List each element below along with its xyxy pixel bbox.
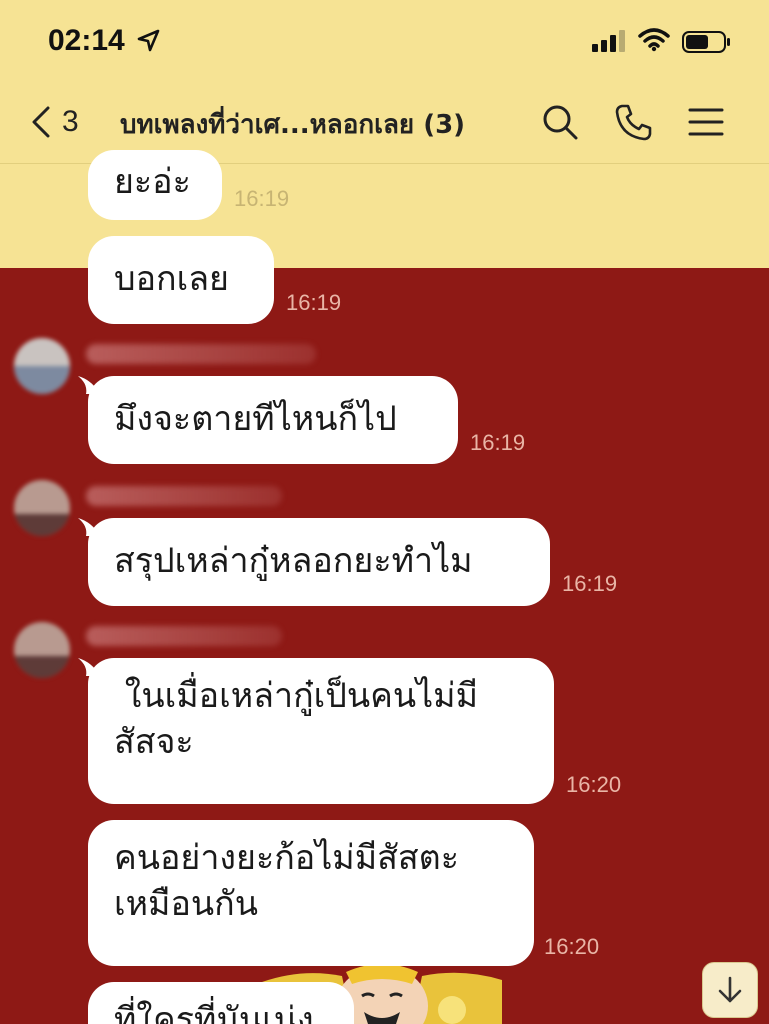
avatar[interactable] [14,480,70,536]
message-time: 16:20 [566,772,622,797]
wifi-icon [638,28,670,52]
message-text: ยะอ่ะ [114,162,191,203]
chevron-left-icon [32,106,50,138]
avatar[interactable] [14,622,70,678]
message-text: สรุปเหล่ากู๋หลอกยะทำไม [114,541,473,582]
message-bubble[interactable]: คนอย่างยะก้อไม่มีสัสตะ เหมือนกัน [88,820,534,966]
message-bubble[interactable]: ที่ใครที่มันเน่ง [88,982,354,1024]
back-button[interactable]: 3 [30,100,79,144]
status-time: 02:14 [48,24,125,57]
avatar[interactable] [14,338,70,394]
menu-icon[interactable] [686,102,726,142]
scroll-to-bottom-button[interactable] [702,962,758,1018]
sender-name-redacted [86,344,316,364]
message-bubble[interactable]: มึงจะตายทีไหนก็ไป [88,376,458,464]
message-bubble[interactable]: บอกเลย [88,236,274,324]
sender-name-redacted [86,626,282,646]
location-arrow-icon [137,29,160,52]
battery-icon [682,31,730,53]
signal-icon [592,30,625,52]
arrow-down-icon [718,976,742,1003]
message-text-line: เหมือนกัน [114,883,258,924]
chat-title[interactable]: บทเพลงที่ว่าเศ...หลอกเลย (3) [120,104,510,145]
message-time: 16:20 [544,934,600,959]
message-time: 16:19 [234,186,290,211]
message-time: 16:19 [286,290,342,315]
message-time: 16:19 [470,430,526,455]
status-bar: 02:14 [0,0,769,80]
message-text-line: ในเมื่อเหล่ากู๋เป็นคนไม่มี [114,676,479,716]
sender-name-redacted [86,486,282,506]
message-text-line: คนอย่างยะก้อไม่มีสัสตะ [114,838,459,878]
message-time: 16:19 [562,571,618,596]
phone-icon[interactable] [614,102,654,142]
message-bubble[interactable]: ในเมื่อเหล่ากู๋เป็นคนไม่มี สัสจะ [88,658,554,804]
message-text: ที่ใครที่มันเน่ง [114,1000,314,1024]
message-text: บอกเลย [114,259,229,300]
search-icon[interactable] [540,102,580,142]
unread-count: 3 [62,105,79,138]
message-text: มึงจะตายทีไหนก็ไป [114,399,397,440]
message-text-line: สัสจะ [114,721,194,762]
message-bubble[interactable]: ยะอ่ะ [88,150,222,220]
message-bubble[interactable]: สรุปเหล่ากู๋หลอกยะทำไม [88,518,550,606]
chat-screen: 02:14 3 บทเพลงที่ว่าเศ...หลอกเลย (3) ยะอ… [0,0,769,1024]
